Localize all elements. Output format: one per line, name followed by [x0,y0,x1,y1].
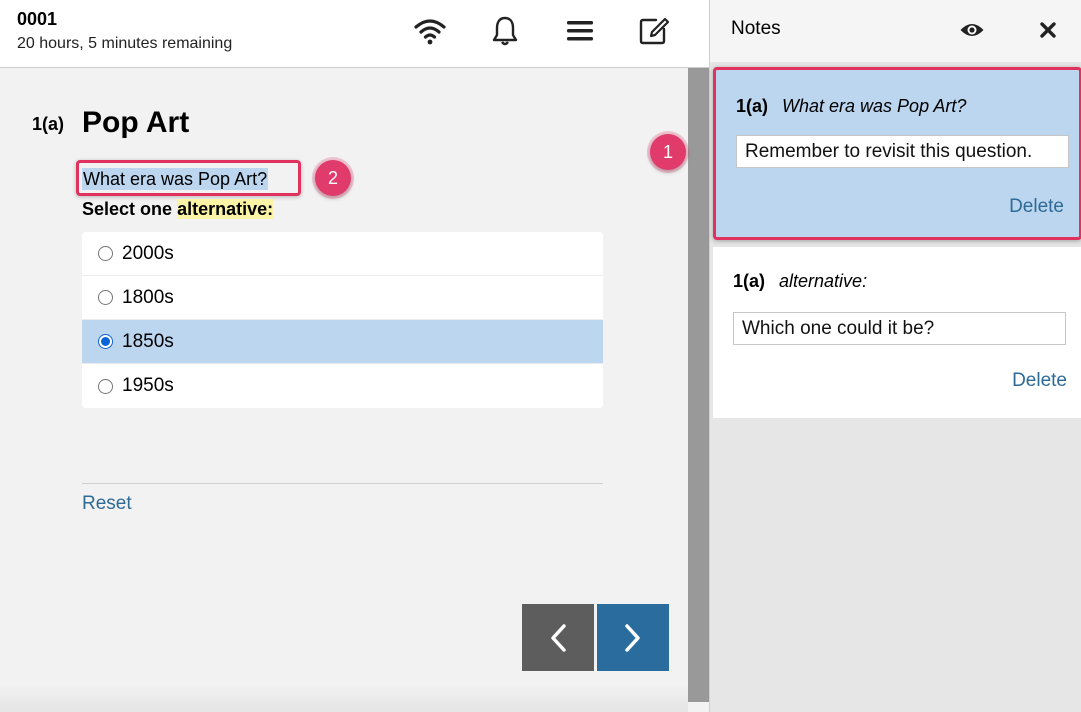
radio-button[interactable] [98,378,113,394]
option-2000s[interactable]: 2000s [82,232,603,276]
bell-icon[interactable] [488,14,522,48]
question-text[interactable]: What era was Pop Art? [82,168,269,190]
eye-icon[interactable] [956,14,988,46]
note-card[interactable]: 1(a) alternative: Delete [713,247,1081,418]
note-ref-number: 1(a) [733,271,766,291]
note-reference: 1(a) What era was Pop Art? [736,96,966,117]
option-label: 1800s [122,286,174,308]
option-1850s[interactable]: 1850s [82,320,603,364]
time-remaining: 20 hours, 5 minutes remaining [17,35,233,52]
option-label: 1950s [122,375,174,396]
instruction-highlight[interactable]: alternative: [177,199,274,219]
note-text-input[interactable] [733,312,1066,345]
previous-button[interactable] [522,604,594,671]
notes-title: Notes [731,18,781,39]
question-panel: 1(a) Pop Art What era was Pop Art? 2 Sel… [0,68,688,712]
option-1950s[interactable]: 1950s [82,364,603,408]
top-bar: 0001 20 hours, 5 minutes remaining [0,0,709,68]
candidate-id: 0001 [17,9,58,29]
divider [82,483,603,484]
instruction: Select one alternative: [82,199,274,220]
chevron-right-icon [625,623,640,652]
radio-button[interactable] [98,246,113,261]
option-label: 2000s [122,242,174,264]
radio-button-selected[interactable] [98,334,113,349]
delete-note-button[interactable]: Delete [1012,370,1067,392]
bottom-shade [0,684,688,712]
radio-button[interactable] [98,290,113,305]
instruction-prefix: Select one [82,199,173,219]
menu-icon[interactable] [563,14,597,48]
question-number: 1(a) [32,114,65,134]
callout-badge-2: 2 [315,160,351,196]
chevron-left-icon [551,623,566,652]
notes-panel: Notes 1(a) What era was Pop Art? Delete 1… [709,0,1081,712]
note-text-input[interactable] [736,135,1069,168]
callout-badge-1: 1 [650,134,686,170]
delete-note-button[interactable]: Delete [1009,196,1064,218]
answer-options: 2000s 1800s 1850s 1950s [82,232,603,408]
wifi-icon[interactable] [413,14,447,48]
note-quote: alternative: [779,271,868,291]
option-label: 1850s [122,330,174,352]
close-icon[interactable] [1032,14,1064,46]
panel-splitter[interactable] [688,68,709,702]
question-title: Pop Art [82,106,190,139]
notes-header: Notes [710,0,1081,62]
note-ref-number: 1(a) [736,96,769,116]
reset-link[interactable]: Reset [82,493,132,515]
note-card-active[interactable]: 1(a) What era was Pop Art? Delete [713,67,1081,240]
note-reference: 1(a) alternative: [733,271,867,292]
note-quote: What era was Pop Art? [782,96,967,116]
option-1800s[interactable]: 1800s [82,276,603,320]
next-button[interactable] [597,604,669,671]
edit-note-icon[interactable] [637,14,671,48]
